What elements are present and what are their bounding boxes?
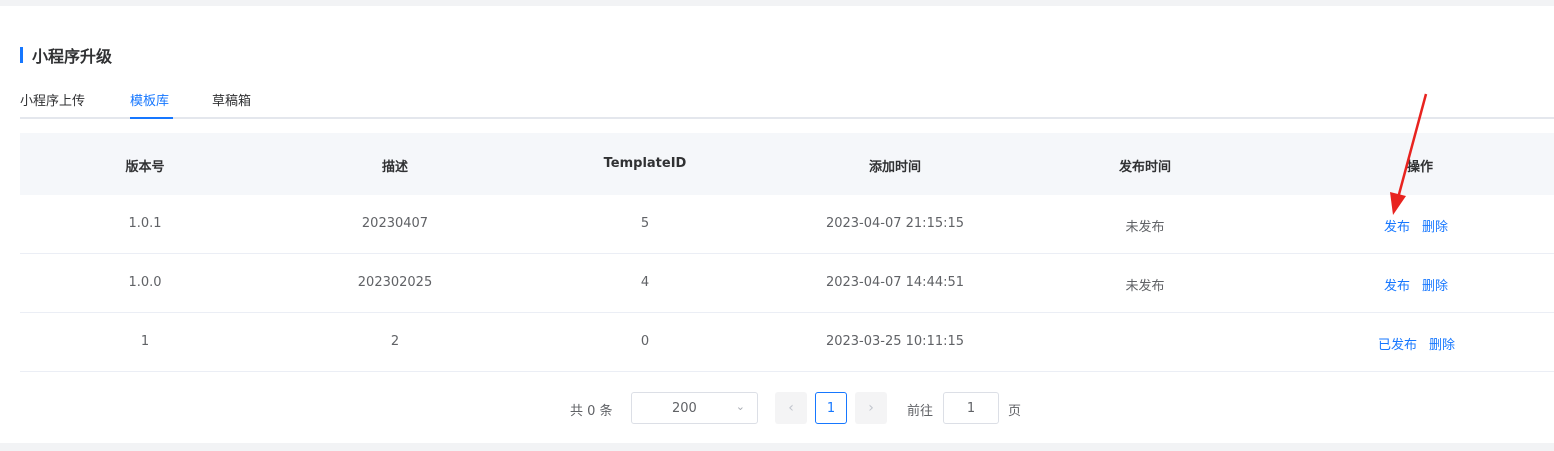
publish-button[interactable]: 发布 <box>1384 220 1410 235</box>
table-header: 版本号 描述 TemplateID 添加时间 发布时间 操作 <box>20 133 1554 195</box>
page-size-select[interactable]: 200 ⌄ <box>631 392 758 424</box>
page-number-current[interactable]: 1 <box>815 392 847 424</box>
cell-template-id: 5 <box>640 216 650 231</box>
cell-version: 1.0.1 <box>128 216 162 231</box>
cell-template-id: 4 <box>640 275 650 290</box>
cell-description: 2 <box>390 334 400 349</box>
template-table: 版本号 描述 TemplateID 添加时间 发布时间 操作 1.0.1 202… <box>20 133 1554 372</box>
table-row: 1 2 0 2023-03-25 10:11:15 已发布 删除 <box>20 313 1554 372</box>
cell-description: 20230407 <box>361 216 429 231</box>
col-header-version: 版本号 <box>125 160 165 175</box>
cell-actions: 发布 删除 <box>1384 275 1460 294</box>
title-accent-bar <box>20 47 23 63</box>
cell-publish-status: 未发布 <box>1125 220 1165 235</box>
page-size-value: 200 <box>672 401 697 416</box>
cell-description: 202302025 <box>357 275 433 290</box>
table-row: 1.0.0 202302025 4 2023-04-07 14:44:51 未发… <box>20 254 1554 313</box>
table-row: 1.0.1 20230407 5 2023-04-07 21:15:15 未发布… <box>20 195 1554 254</box>
chevron-down-icon: ⌄ <box>735 400 745 413</box>
total-count: 共 0 条 <box>570 404 613 419</box>
next-page-button[interactable]: › <box>855 392 887 424</box>
cell-template-id: 0 <box>640 334 650 349</box>
chevron-right-icon: › <box>868 400 874 416</box>
page-title: 小程序升级 <box>32 47 113 66</box>
cell-publish-status: 未发布 <box>1125 279 1165 294</box>
delete-button[interactable]: 删除 <box>1422 220 1448 235</box>
active-tab-indicator <box>130 117 173 119</box>
goto-label: 前往 <box>907 404 934 419</box>
published-button[interactable]: 已发布 <box>1378 338 1417 353</box>
cell-actions: 已发布 删除 <box>1378 334 1467 353</box>
cell-added-time: 2023-04-07 14:44:51 <box>825 275 965 290</box>
prev-page-button[interactable]: ‹ <box>775 392 807 424</box>
section-header: 小程序升级 <box>20 46 113 66</box>
col-header-publish-time: 发布时间 <box>1118 160 1172 175</box>
tab-drafts[interactable]: 草稿箱 <box>212 90 251 109</box>
col-header-description: 描述 <box>381 160 409 175</box>
tab-bar: 小程序上传 模板库 草稿箱 <box>20 82 1554 119</box>
publish-button[interactable]: 发布 <box>1384 279 1410 294</box>
delete-button[interactable]: 删除 <box>1422 279 1448 294</box>
delete-button[interactable]: 删除 <box>1429 338 1455 353</box>
col-header-added-time: 添加时间 <box>868 160 922 175</box>
cell-added-time: 2023-04-07 21:15:15 <box>825 216 965 231</box>
cell-version: 1 <box>140 334 150 349</box>
page-unit-label: 页 <box>1008 404 1022 419</box>
cell-version: 1.0.0 <box>128 275 162 290</box>
col-header-template-id: TemplateID <box>603 156 687 171</box>
cell-added-time: 2023-03-25 10:11:15 <box>825 334 965 349</box>
col-header-actions: 操作 <box>1406 160 1434 175</box>
tab-template-library[interactable]: 模板库 <box>130 90 169 109</box>
tab-upload[interactable]: 小程序上传 <box>20 90 85 109</box>
cell-actions: 发布 删除 <box>1384 216 1460 235</box>
goto-page-input[interactable] <box>943 392 999 424</box>
chevron-left-icon: ‹ <box>788 400 794 416</box>
pagination: 共 0 条 200 ⌄ ‹ 1 › 前往 页 <box>0 392 1554 424</box>
